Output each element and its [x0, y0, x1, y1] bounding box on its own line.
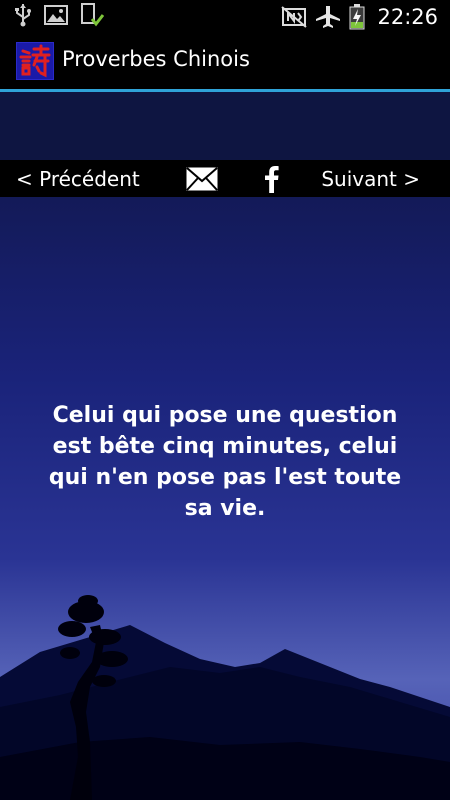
notification-icons — [14, 3, 105, 31]
navigation-toolbar: < Précédent Suivant > — [0, 160, 450, 197]
status-clock: 22:26 — [377, 5, 438, 29]
system-icons: 22:26 — [281, 4, 438, 30]
usb-icon — [14, 3, 32, 31]
nfc-icon — [281, 6, 308, 28]
image-icon — [44, 4, 68, 30]
facebook-icon — [265, 166, 279, 193]
battery-charging-icon — [349, 4, 365, 30]
facebook-share-button[interactable] — [262, 165, 280, 193]
previous-button[interactable]: < Précédent — [16, 167, 140, 191]
mail-share-button[interactable] — [186, 167, 218, 191]
ad-banner-area — [0, 92, 450, 160]
status-bar: 22:26 — [0, 0, 450, 33]
proverb-view: Celui qui pose une question est bête cin… — [0, 197, 450, 800]
phone-screen: 22:26 Proverbes Chinois < Précédent Suiv… — [0, 0, 450, 800]
download-done-icon — [80, 3, 105, 31]
proverb-text: Celui qui pose une question est bête cin… — [48, 403, 402, 521]
airplane-icon — [315, 5, 341, 29]
next-button[interactable]: Suivant > — [321, 167, 420, 191]
mail-icon — [186, 167, 218, 191]
action-bar: Proverbes Chinois — [0, 33, 450, 89]
chinese-character-logo-icon — [16, 42, 54, 80]
app-title: Proverbes Chinois — [62, 47, 250, 71]
